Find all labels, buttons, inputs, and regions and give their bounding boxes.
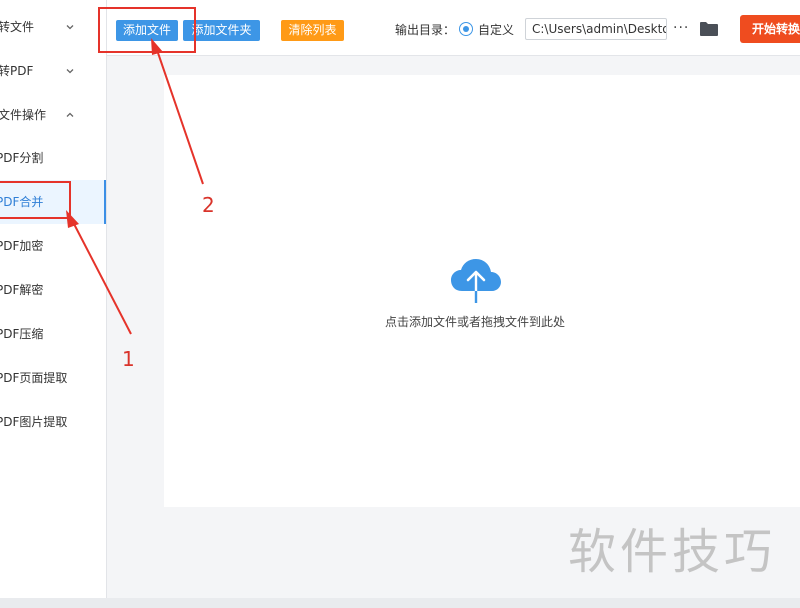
- drop-hint-text: 点击添加文件或者拖拽文件到此处: [384, 315, 565, 329]
- nav-group-to-pdf[interactable]: 转PDF: [0, 56, 106, 86]
- sidebar-item-label: PDF解密: [0, 283, 44, 297]
- nav-group-file-ops[interactable]: 文件操作: [0, 100, 106, 130]
- sidebar-item-label: PDF页面提取: [0, 371, 68, 385]
- sidebar-item-pdf-decrypt[interactable]: PDF解密: [0, 268, 106, 312]
- chevron-down-icon: [66, 25, 74, 30]
- sidebar-item-pdf-compress[interactable]: PDF压缩: [0, 312, 106, 356]
- toolbar: 添加文件 添加文件夹 清除列表 输出目录： 自定义 C:\Users\admin…: [107, 0, 800, 56]
- sidebar-item-label: PDF图片提取: [0, 415, 68, 429]
- output-dir-label: 输出目录：: [395, 23, 456, 37]
- sidebar-item-label: PDF加密: [0, 239, 44, 253]
- chevron-down-icon: [66, 69, 74, 74]
- clear-list-button[interactable]: 清除列表: [281, 20, 344, 41]
- start-convert-button[interactable]: 开始转换: [740, 15, 800, 43]
- sidebar-item-pdf-image-extract[interactable]: PDF图片提取: [0, 400, 106, 444]
- nav-group-label: 转文件: [0, 20, 35, 34]
- custom-output-radio-label[interactable]: 自定义: [478, 21, 514, 38]
- sidebar: 转文件 转PDF 文件操作 PDF分割 PDF合并 PDF加密 PDF解密 PD…: [0, 0, 106, 598]
- sidebar-divider: [106, 0, 107, 598]
- annotation-number-1: 1: [122, 347, 135, 371]
- sidebar-item-pdf-page-extract[interactable]: PDF页面提取: [0, 356, 106, 400]
- nav-group-label: 转PDF: [0, 64, 34, 78]
- chevron-up-icon: [66, 112, 74, 117]
- watermark-text: 软件技巧: [568, 524, 777, 580]
- sidebar-item-label: PDF压缩: [0, 327, 44, 341]
- folder-icon[interactable]: [699, 20, 719, 38]
- output-path-field[interactable]: C:\Users\admin\Deskto: [525, 18, 667, 40]
- nav-group-label: 文件操作: [0, 108, 47, 122]
- bottom-strip: [0, 598, 800, 608]
- annotation-box-add-file: [98, 7, 196, 53]
- sidebar-item-pdf-split[interactable]: PDF分割: [0, 136, 106, 180]
- annotation-number-2: 2: [202, 193, 215, 217]
- custom-output-radio[interactable]: [459, 22, 473, 36]
- annotation-box-pdf-merge: [0, 181, 71, 219]
- sidebar-item-pdf-encrypt[interactable]: PDF加密: [0, 224, 106, 268]
- more-icon[interactable]: ···: [673, 19, 689, 37]
- sidebar-item-label: PDF分割: [0, 151, 44, 165]
- file-drop-zone[interactable]: 点击添加文件或者拖拽文件到此处: [164, 75, 800, 507]
- cloud-upload-icon: [451, 259, 501, 303]
- nav-group-to-file[interactable]: 转文件: [0, 12, 106, 42]
